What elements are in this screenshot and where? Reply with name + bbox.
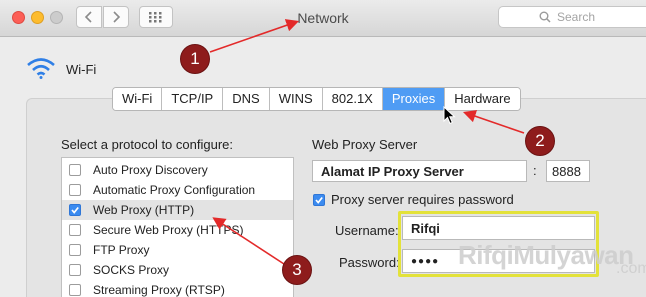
arrow-1 xyxy=(209,19,300,53)
arrow-2 xyxy=(462,110,525,134)
mouse-cursor-icon xyxy=(443,106,456,125)
annotation-badge-3: 3 xyxy=(282,255,312,285)
annotation-badge-2: 2 xyxy=(525,126,555,156)
arrow-3 xyxy=(212,217,285,265)
annotation-badge-1: 1 xyxy=(180,44,210,74)
